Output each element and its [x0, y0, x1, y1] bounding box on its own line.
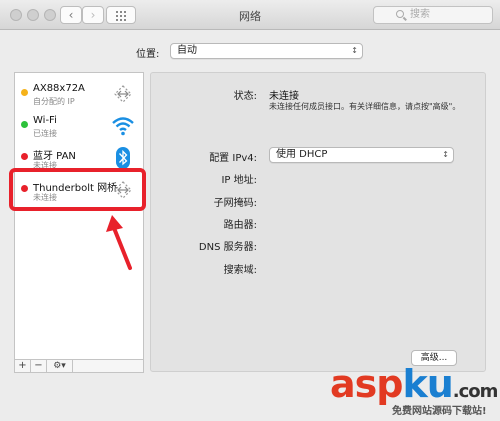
title-bar: ‹ › 网络 搜索 — [0, 0, 500, 30]
wifi-icon — [112, 117, 134, 136]
chevron-updown-icon: ↕ — [351, 46, 358, 55]
router-label: 路由器: — [223, 220, 257, 231]
ip-address-label: IP 地址: — [221, 175, 257, 186]
service-list-toolbar: + − ⚙▾ — [14, 359, 144, 373]
arrow-icon — [106, 215, 132, 270]
status-dot — [21, 121, 28, 128]
gear-icon[interactable]: ⚙▾ — [47, 360, 73, 372]
status-label: 状态: — [233, 91, 257, 102]
search-placeholder: 搜索 — [410, 9, 430, 20]
remove-service-button[interactable]: − — [31, 360, 47, 372]
location-select[interactable]: 自动 ↕ — [170, 43, 363, 59]
service-item-ax88x72a[interactable]: AX88x72A 自分配的 IP — [15, 77, 143, 113]
service-name: AX88x72A — [33, 83, 85, 94]
chevron-updown-icon: ↕ — [442, 150, 449, 159]
highlight-box — [9, 168, 146, 211]
status-dot — [21, 153, 28, 160]
status-value: 未连接 — [269, 91, 299, 102]
search-domain-label: 搜索域: — [223, 265, 257, 276]
add-service-button[interactable]: + — [15, 360, 31, 372]
watermark-caption: 免费网站源码下载站! — [392, 406, 487, 417]
ipv4-label: 配置 IPv4: — [209, 153, 257, 164]
dns-server-label: DNS 服务器: — [198, 242, 257, 253]
service-item-wifi[interactable]: Wi-Fi 已连接 — [15, 109, 143, 145]
service-name: Wi-Fi — [33, 115, 57, 126]
ipv4-select[interactable]: 使用 DHCP ↕ — [269, 147, 454, 163]
subnet-mask-label: 子网掩码: — [213, 198, 257, 209]
location-label: 位置: — [136, 49, 160, 60]
status-dot — [21, 89, 28, 96]
ethernet-icon — [114, 85, 132, 103]
status-note: 未连接任何成员接口。有关详细信息，请点按"高级"。 — [269, 102, 461, 111]
search-field[interactable]: 搜索 — [373, 6, 493, 24]
detail-panel: 状态: 未连接 未连接任何成员接口。有关详细信息，请点按"高级"。 配置 IPv… — [150, 72, 486, 372]
search-icon — [396, 10, 404, 18]
location-value: 自动 — [177, 45, 197, 56]
ipv4-value: 使用 DHCP — [276, 149, 328, 160]
service-status: 已连接 — [33, 129, 57, 138]
bluetooth-icon — [116, 147, 130, 169]
service-status: 自分配的 IP — [33, 97, 75, 106]
